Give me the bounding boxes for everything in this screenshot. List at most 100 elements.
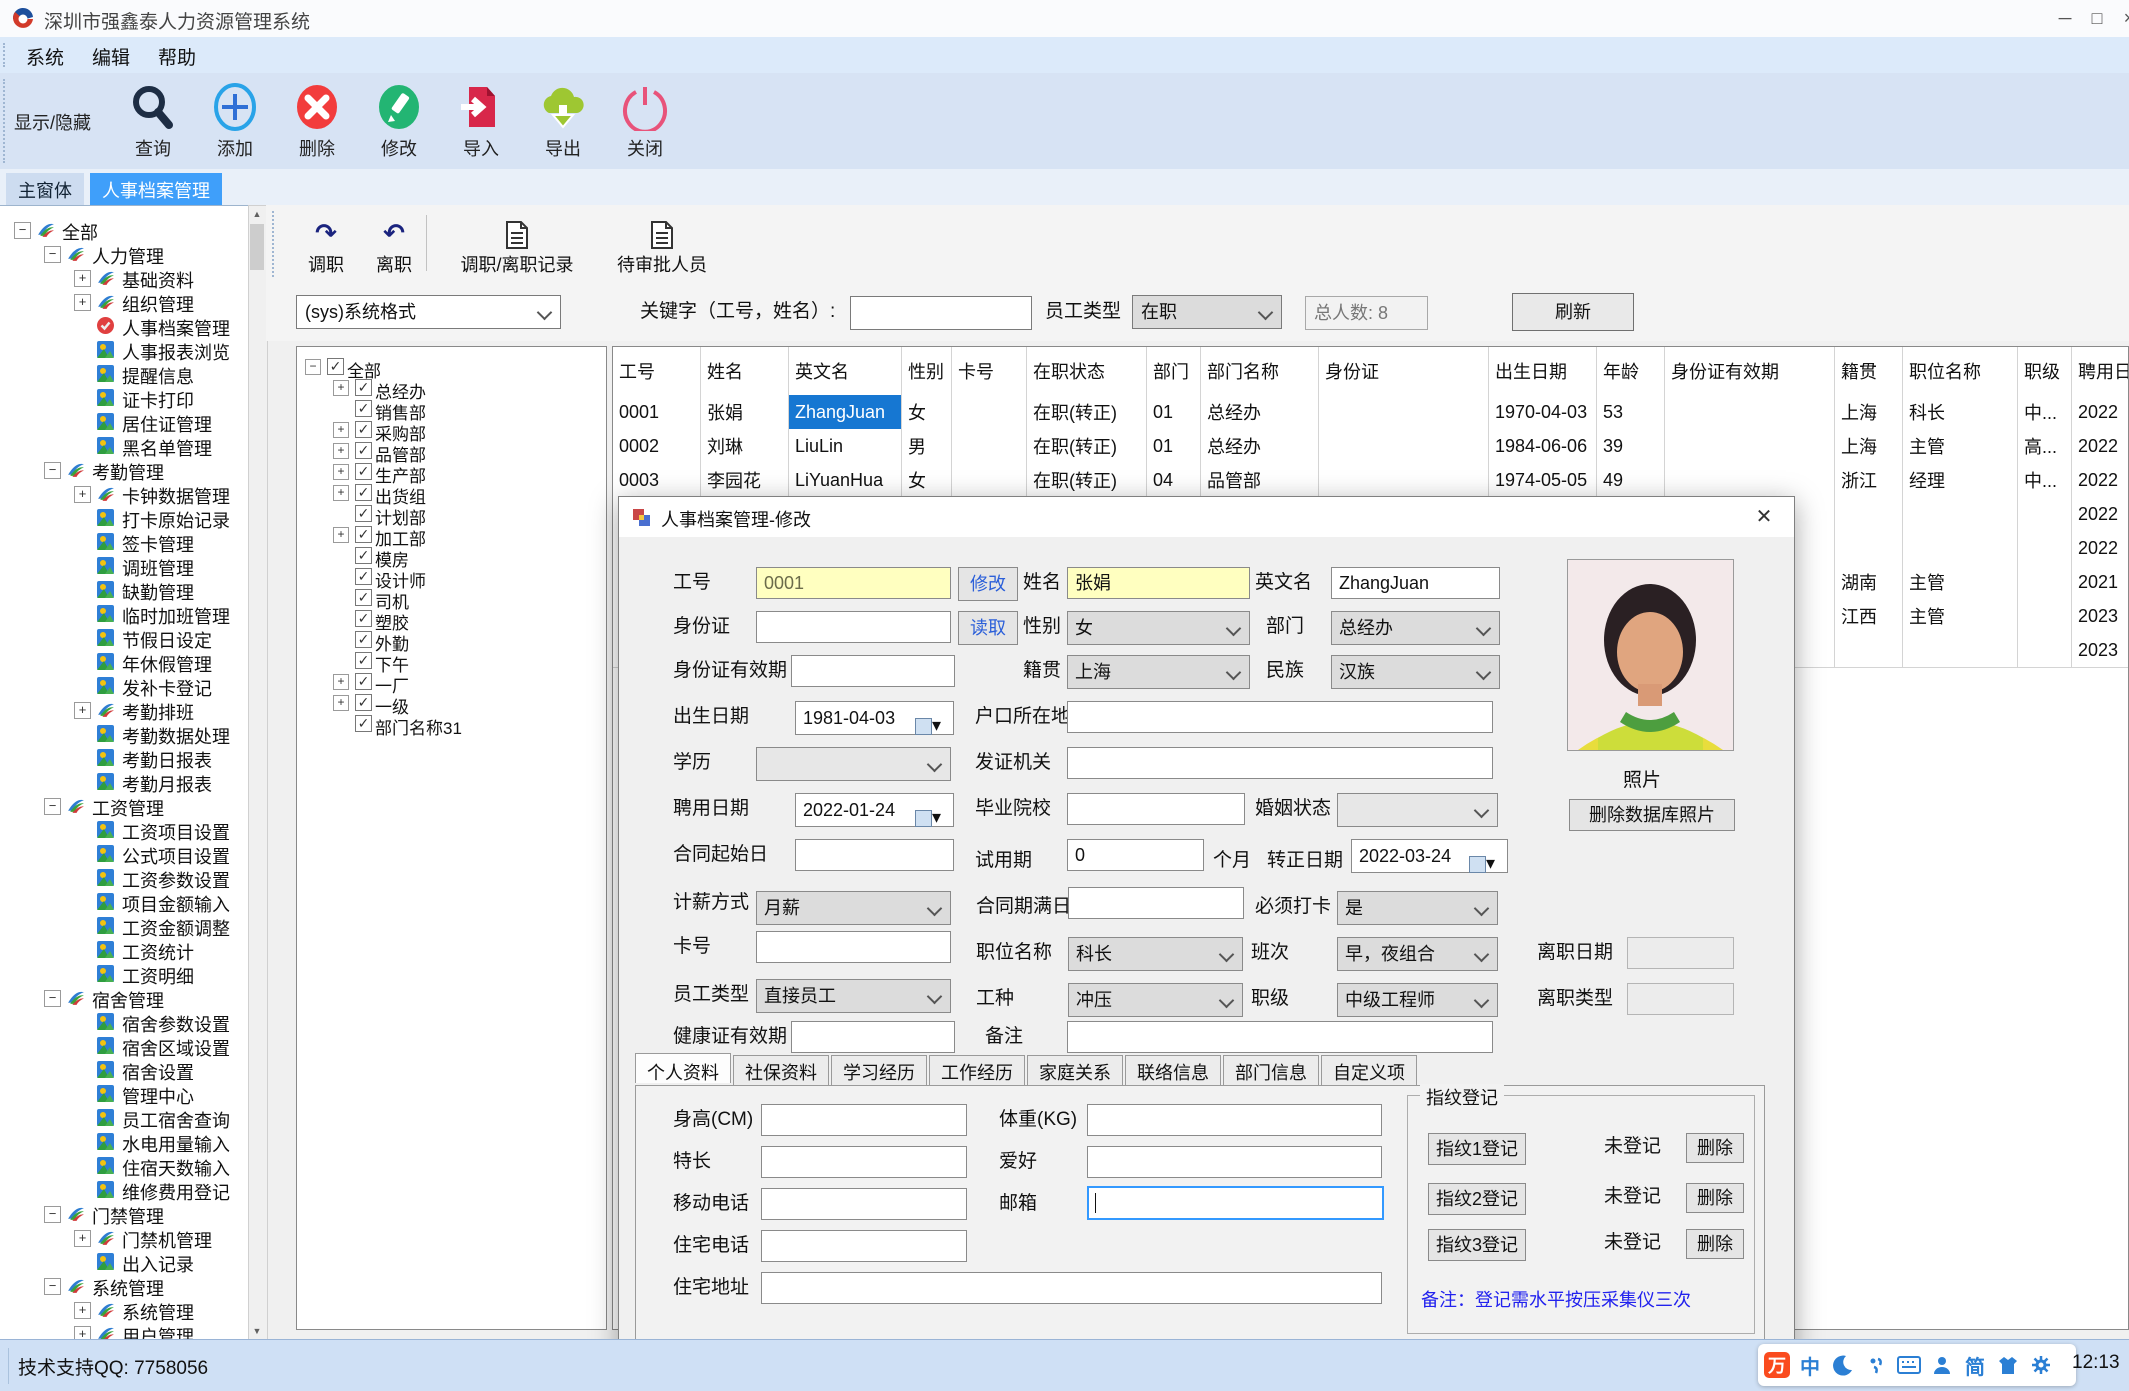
sidebar-item[interactable]: + 考勤排班: [0, 698, 248, 723]
dept-tree-item[interactable]: + ✓ 总经办: [297, 378, 606, 402]
calendar-icon[interactable]: ▾: [915, 801, 945, 827]
grid-cell[interactable]: 01: [1147, 429, 1201, 463]
sidebar-item[interactable]: 宿舍区域设置: [0, 1034, 248, 1059]
toolbar-button-export[interactable]: 导出: [522, 79, 604, 161]
grid-cell[interactable]: 上海: [1835, 395, 1903, 429]
position-select[interactable]: 科长: [1068, 937, 1243, 971]
fingerprint-register-button-2[interactable]: 指纹2登记: [1428, 1183, 1526, 1215]
sidebar-item[interactable]: 工资项目设置: [0, 818, 248, 843]
grid-cell[interactable]: [952, 395, 1027, 429]
jian-simplified-icon[interactable]: 简: [1962, 1352, 1988, 1379]
calendar-icon[interactable]: ▾: [1469, 847, 1499, 873]
tab-家庭关系[interactable]: 家庭关系: [1027, 1055, 1123, 1085]
grade-select[interactable]: 中级工程师: [1337, 983, 1498, 1017]
dept-tree-item[interactable]: + ✓ 出货组: [297, 483, 606, 507]
email-field[interactable]: [1087, 1186, 1384, 1220]
dept-tree-item[interactable]: + ✓ 采购部: [297, 420, 606, 444]
tab-自定义项[interactable]: 自定义项: [1321, 1055, 1417, 1085]
grid-cell[interactable]: 女: [902, 395, 952, 429]
expand-icon[interactable]: +: [333, 422, 349, 438]
sidebar-item[interactable]: − 宿舍管理: [0, 986, 248, 1011]
maximize-button[interactable]: □: [2082, 4, 2112, 32]
sidebar-item[interactable]: 节假日设定: [0, 626, 248, 651]
table-row[interactable]: 0003 李园花 LiYuanHua 女 在职(转正) 04 品管部 1974-05-05 49…: [613, 463, 2128, 498]
grid-cell[interactable]: 2023: [2072, 599, 2128, 633]
column-header[interactable]: 部门名称: [1201, 347, 1319, 395]
emp-type-select[interactable]: 直接员工: [756, 979, 951, 1013]
grid-cell[interactable]: 上海: [1835, 429, 1903, 463]
weight-field[interactable]: [1087, 1104, 1382, 1136]
sidebar-item[interactable]: + 卡钟数据管理: [0, 482, 248, 507]
birth-datepicker[interactable]: 1981-04-03 ▾: [795, 701, 954, 735]
employee-type-select[interactable]: 在职: [1132, 295, 1282, 329]
column-header[interactable]: 出生日期: [1489, 347, 1597, 395]
table-row[interactable]: 0001 张娟 ZhangJuan 女 在职(转正) 01 总经办 1970-04-03 53 上…: [613, 395, 2128, 430]
checkbox-checked-icon[interactable]: ✓: [355, 379, 372, 396]
sidebar-item[interactable]: 黑名单管理: [0, 434, 248, 459]
fingerprint-delete-button-2[interactable]: 删除: [1686, 1183, 1744, 1213]
tab-工作经历[interactable]: 工作经历: [929, 1055, 1025, 1085]
grid-cell[interactable]: [1665, 429, 1835, 463]
scroll-up-icon[interactable]: ▲: [249, 206, 265, 223]
tone-marks-icon[interactable]: [1863, 1352, 1889, 1378]
sidebar-item[interactable]: 员工宿舍查询: [0, 1106, 248, 1131]
grid-cell[interactable]: 1970-04-03: [1489, 395, 1597, 429]
scroll-down-icon[interactable]: ▼: [249, 1323, 265, 1339]
wardrobe-icon[interactable]: [1995, 1352, 2021, 1378]
sidebar-item[interactable]: + 组织管理: [0, 290, 248, 315]
dept-tree-item[interactable]: ✓ 司机: [297, 588, 606, 612]
checkbox-checked-icon[interactable]: ✓: [355, 421, 372, 438]
hire-datepicker[interactable]: 2022-01-24 ▾: [795, 793, 954, 827]
collapse-icon[interactable]: −: [44, 246, 61, 263]
collapse-icon[interactable]: −: [305, 359, 321, 375]
contract-start-field[interactable]: [795, 839, 954, 871]
tab-社保资料[interactable]: 社保资料: [733, 1055, 829, 1085]
column-header[interactable]: 身份证有效期: [1665, 347, 1835, 395]
grid-cell[interactable]: LiuLin: [789, 429, 902, 463]
expand-icon[interactable]: +: [74, 1230, 91, 1247]
sidebar-item[interactable]: 项目金额输入: [0, 890, 248, 915]
checkbox-checked-icon[interactable]: ✓: [355, 568, 372, 585]
remark-field[interactable]: [1067, 1021, 1493, 1053]
fingerprint-delete-button-1[interactable]: 删除: [1686, 1133, 1744, 1163]
sidebar-item[interactable]: 考勤数据处理: [0, 722, 248, 747]
subtoolbar-button-3[interactable]: 待审批人员: [602, 213, 722, 277]
card-no-field[interactable]: [756, 931, 951, 963]
sidebar-item[interactable]: 工资明细: [0, 962, 248, 987]
grid-cell[interactable]: 张娟: [701, 395, 789, 429]
keyboard-icon[interactable]: [1896, 1352, 1922, 1378]
checkbox-checked-icon[interactable]: ✓: [355, 547, 372, 564]
dept-tree-item[interactable]: ✓ 销售部: [297, 399, 606, 423]
column-header[interactable]: 年龄: [1597, 347, 1665, 395]
tab-部门信息[interactable]: 部门信息: [1223, 1055, 1319, 1085]
dept-select[interactable]: 总经办: [1331, 611, 1500, 645]
sidebar-item[interactable]: 考勤日报表: [0, 746, 248, 771]
dept-tree-item[interactable]: + ✓ 一厂: [297, 672, 606, 696]
sidebar-item[interactable]: 发补卡登记: [0, 674, 248, 699]
expand-icon[interactable]: +: [333, 380, 349, 396]
grid-cell[interactable]: [1903, 531, 2018, 565]
column-header[interactable]: 英文名: [789, 347, 902, 395]
grid-cell[interactable]: [1835, 497, 1903, 531]
grid-cell[interactable]: [1665, 395, 1835, 429]
dept-tree-item[interactable]: ✓ 外勤: [297, 630, 606, 654]
sidebar-item[interactable]: − 人力管理: [0, 242, 248, 267]
checkbox-checked-icon[interactable]: ✓: [355, 631, 372, 648]
grid-cell[interactable]: 1984-06-06: [1489, 429, 1597, 463]
probation-field[interactable]: 0: [1067, 839, 1204, 871]
sidebar-item[interactable]: 临时加班管理: [0, 602, 248, 627]
grid-cell[interactable]: 经理: [1903, 463, 2018, 497]
tab-个人资料[interactable]: 个人资料: [635, 1053, 731, 1083]
sidebar-item[interactable]: 考勤月报表: [0, 770, 248, 795]
grid-cell[interactable]: 49: [1597, 463, 1665, 497]
sidebar-item[interactable]: − 系统管理: [0, 1274, 248, 1299]
grid-cell[interactable]: 总经办: [1201, 429, 1319, 463]
sidebar-item[interactable]: 人事报表浏览: [0, 338, 248, 363]
grid-cell[interactable]: 高...: [2018, 429, 2072, 463]
grid-cell[interactable]: 2022: [2072, 463, 2128, 497]
subtoolbar-button-0[interactable]: ↷ 调职: [294, 213, 358, 277]
zhong-cn-icon[interactable]: 中: [1797, 1352, 1823, 1379]
school-field[interactable]: [1067, 793, 1245, 825]
grid-cell[interactable]: 在职(转正): [1027, 395, 1147, 429]
grid-cell[interactable]: 在职(转正): [1027, 463, 1147, 497]
